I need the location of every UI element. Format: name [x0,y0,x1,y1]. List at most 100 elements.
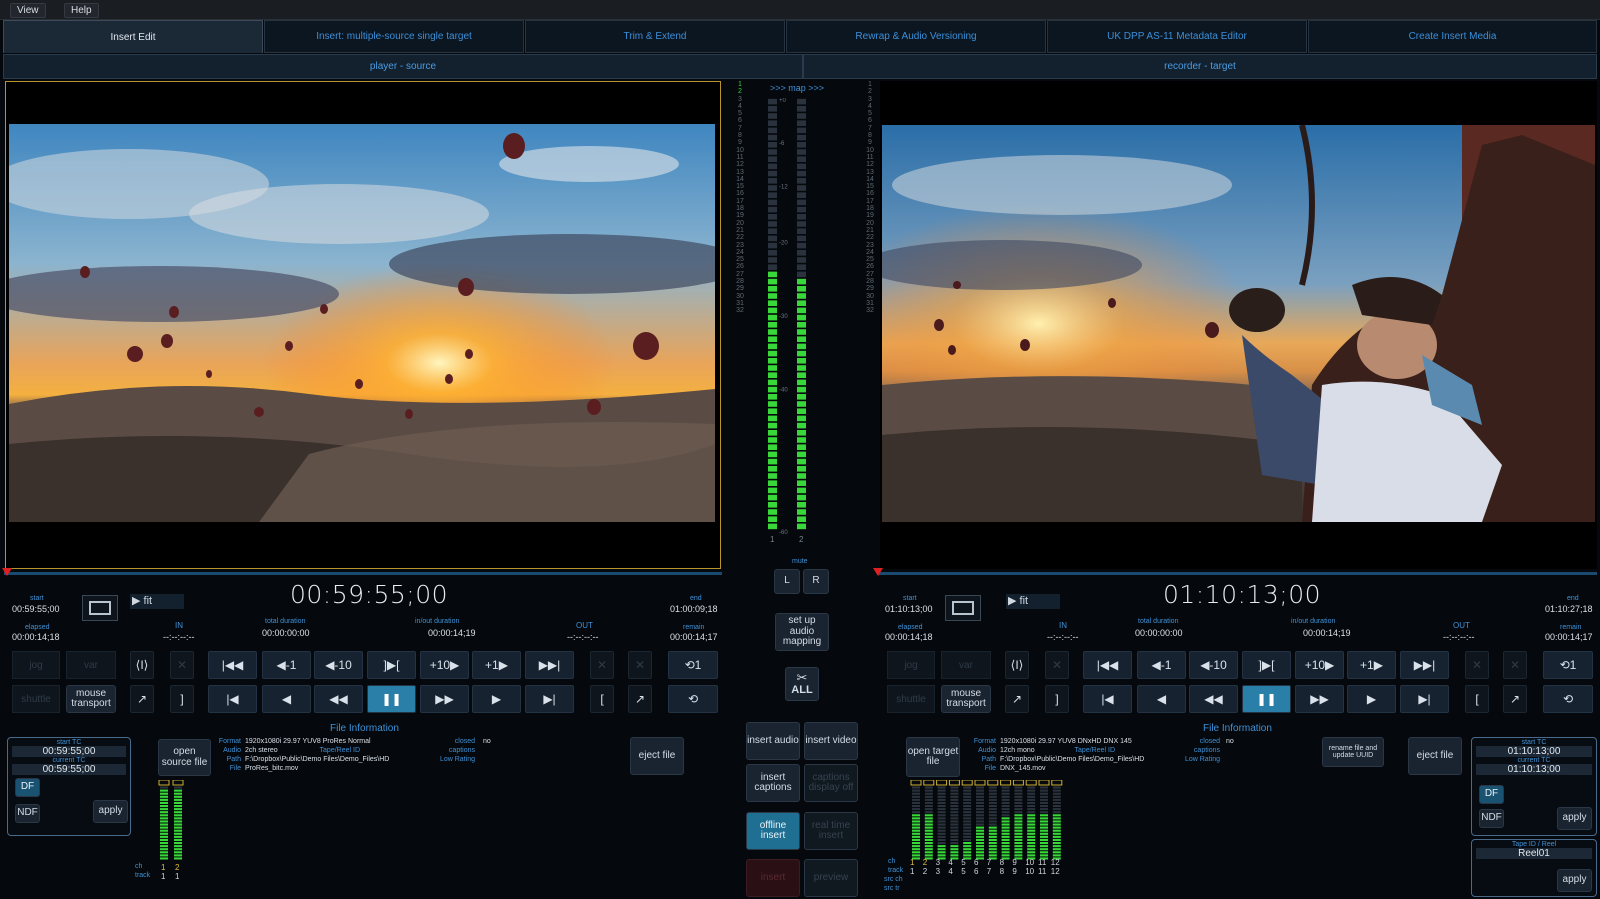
player-back-10-button[interactable]: ◀-10 [314,651,363,679]
player-goto-end-button[interactable]: ▶| [525,685,574,713]
target-map-channel[interactable]: 8 [865,132,875,139]
recorder-clear-marks-button[interactable]: ✕ [1045,651,1069,679]
insert-video-button[interactable]: insert video [804,722,858,760]
target-map-channel[interactable]: 31 [865,300,875,307]
source-map-channel[interactable]: 22 [735,234,745,241]
player-shuttle-button[interactable]: shuttle [12,685,60,713]
menu-view[interactable]: View [10,3,46,18]
player-mark-out-button[interactable]: ] [170,685,194,713]
player-fit-select[interactable]: ▶ fit [130,594,184,609]
target-map-channel[interactable]: 30 [865,293,875,300]
recorder-fwd-1-button[interactable]: +1▶ [1347,651,1396,679]
tape-reel-field[interactable]: Reel01 [1476,848,1592,859]
target-map-channel[interactable]: 21 [865,227,875,234]
rename-file-button[interactable]: rename file and update UUID [1322,737,1384,767]
recorder-currenttc-field[interactable]: 01:10:13;00 [1476,764,1592,775]
offline-insert-button[interactable]: offline insert [746,812,800,850]
recorder-mark-clip-button[interactable]: ⟨I⟩ [1005,651,1029,679]
player-ch-1[interactable]: 1 [161,863,165,872]
recorder-viewer[interactable] [880,81,1597,569]
target-map-channel[interactable]: 12 [865,161,875,168]
recorder-go-out-button[interactable]: ▶▶| [1400,651,1449,679]
recorder-shuttle-button[interactable]: shuttle [887,685,935,713]
target-map-channel[interactable]: 4 [865,103,875,110]
recorder-eject-button[interactable]: eject file [1408,737,1462,775]
source-map-channel[interactable]: 17 [735,198,745,205]
source-map-channel[interactable]: 32 [735,307,745,314]
recorder-clear-in-button[interactable]: ✕ [1465,651,1489,679]
source-map-channel[interactable]: 29 [735,285,745,292]
insert-button[interactable]: insert [746,859,800,897]
player-goto-out-button[interactable]: ↗ [628,685,652,713]
source-map-channel[interactable]: 21 [735,227,745,234]
recorder-play-button[interactable]: ▶ [1347,685,1396,713]
target-map-channel[interactable]: 29 [865,285,875,292]
recorder-jog-button[interactable]: jog [887,651,935,679]
target-map-channel[interactable]: 11 [865,154,875,161]
recorder-reverse-button[interactable]: ◀ [1137,685,1186,713]
target-map-channel[interactable]: 22 [865,234,875,241]
insert-audio-button[interactable]: insert audio [746,722,800,760]
recorder-fit-select[interactable]: ▶ fit [1006,594,1060,609]
target-map-channel[interactable]: 24 [865,249,875,256]
preview-button[interactable]: preview [804,859,858,897]
recorder-apply-button[interactable]: apply [1557,807,1592,830]
target-map-channel[interactable]: 5 [865,110,875,117]
target-map-channel[interactable]: 15 [865,183,875,190]
recorder-go-in-button[interactable]: |◀◀ [1083,651,1132,679]
tab-insert-multiple-source[interactable]: Insert: multiple-source single target [264,20,524,53]
recorder-timeline[interactable] [877,572,1597,575]
fullscreen-button[interactable] [82,595,118,621]
source-map-channel[interactable]: 6 [735,117,745,124]
source-map-channel[interactable]: 3 [735,96,745,103]
target-map-channel[interactable]: 3 [865,96,875,103]
source-map-channel[interactable]: 5 [735,110,745,117]
source-map-channel[interactable]: 15 [735,183,745,190]
source-map-channel[interactable]: 26 [735,263,745,270]
source-map-channel[interactable]: 20 [735,220,745,227]
target-map-channel[interactable]: 27 [865,271,875,278]
player-fast-forward-button[interactable]: ▶▶ [420,685,469,713]
recorder-pause-button[interactable]: ❚❚ [1242,685,1291,713]
recorder-loop-button[interactable]: ⟲ [1543,685,1593,713]
player-pause-button[interactable]: ❚❚ [367,685,416,713]
recorder-fullscreen-button[interactable] [945,595,981,621]
player-apply-button[interactable]: apply [93,800,128,823]
target-map-channel[interactable]: 1 [865,81,875,88]
mute-right-button[interactable]: R [803,569,829,594]
recorder-loop-one-button[interactable]: ⟲1 [1543,651,1593,679]
source-map-channel[interactable]: 30 [735,293,745,300]
player-mark-clip-button[interactable]: ⟨I⟩ [130,651,154,679]
player-fwd-1-button[interactable]: +1▶ [472,651,521,679]
realtime-insert-button[interactable]: real time insert [804,812,858,850]
player-clear-out-button[interactable]: ✕ [628,651,652,679]
source-map-channel[interactable]: 2 [735,88,745,95]
recorder-fast-forward-button[interactable]: ▶▶ [1295,685,1344,713]
target-map-channel[interactable]: 26 [865,263,875,270]
tape-reel-apply-button[interactable]: apply [1557,869,1592,892]
player-clear-in-button[interactable]: ✕ [590,651,614,679]
recorder-goto-out-button[interactable]: ↗ [1503,685,1527,713]
player-starttc-field[interactable]: 00:59:55;00 [12,746,126,757]
recorder-ndf-button[interactable]: NDF [1479,809,1504,828]
source-map-channel[interactable]: 4 [735,103,745,110]
tab-trim-extend[interactable]: Trim & Extend [525,20,785,53]
source-map-channel[interactable]: 23 [735,242,745,249]
recorder-playhead[interactable] [873,568,883,576]
target-map-channel[interactable]: 19 [865,212,875,219]
target-map-channel[interactable]: 10 [865,147,875,154]
insert-captions-button[interactable]: insert captions [746,764,800,802]
player-play-button[interactable]: ▶ [472,685,521,713]
recorder-goto-start-button[interactable]: |◀ [1083,685,1132,713]
target-map-channel[interactable]: 14 [865,176,875,183]
player-timeline[interactable] [4,572,722,575]
recorder-mouse-transport-button[interactable]: mouse transport [941,685,991,713]
tab-dpp-metadata[interactable]: UK DPP AS-11 Metadata Editor [1047,20,1307,53]
player-clear-marks-button[interactable]: ✕ [170,651,194,679]
player-reverse-button[interactable]: ◀ [262,685,311,713]
player-playhead[interactable] [2,568,12,576]
target-map-channel[interactable]: 18 [865,205,875,212]
player-currenttc-field[interactable]: 00:59:55;00 [12,764,126,775]
source-map-channel[interactable]: 28 [735,278,745,285]
recorder-back-1-button[interactable]: ◀-1 [1137,651,1186,679]
